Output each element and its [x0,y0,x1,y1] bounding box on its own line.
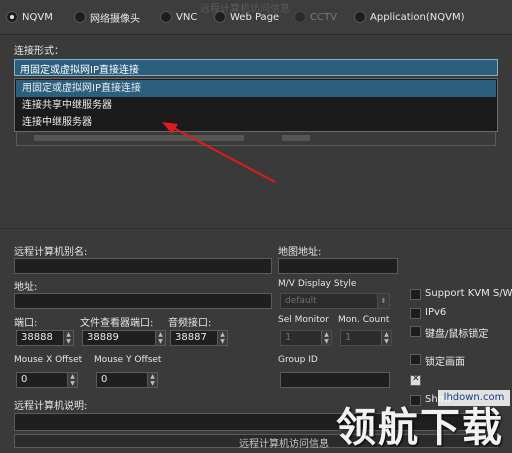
lock-screen-checkbox[interactable] [410,354,421,365]
ipv6-checkbox[interactable] [410,308,421,319]
mon-count-value: 1 [345,332,352,343]
mouse-x-offset-value: 0 [21,374,28,385]
ipv6-label: IPv6 [425,307,447,318]
address-input[interactable] [14,293,272,309]
audio-port-value: 38887 [175,332,207,343]
mon-count-spinner: 1 ▲ ▼ [340,330,392,346]
mv-display-style-label: M/V Display Style [278,279,357,289]
alias-input[interactable] [14,258,272,274]
section-divider [0,228,512,229]
description-label: 远程计算机说明: [14,401,88,412]
keyboard-mouse-lock-label: 键盘/鼠标锁定 [425,329,489,340]
chevron-down-icon: ⬍ [377,294,389,308]
audio-port-spinner[interactable]: 38887 ▲ ▼ [170,330,228,346]
mouse-y-offset-label: Mouse Y Offset [94,355,162,365]
alias-label: 远程计算机别名: [14,247,88,258]
file-viewer-port-label: 文件查看器端口: [80,318,154,329]
mouse-y-offset-value: 0 [101,374,108,385]
lock-screen-label: 锁定画面 [425,357,465,368]
spinner-arrows-icon[interactable]: ▲ ▼ [155,331,165,345]
file-viewer-port-value: 38889 [87,332,119,343]
audio-port-label: 音频接口: [168,318,212,329]
checked-option-checkbox[interactable] [410,374,421,386]
spinner-arrows-icon[interactable]: ▲ ▼ [147,373,157,387]
support-kvm-checkbox[interactable] [410,289,421,300]
spinner-arrows-icon[interactable]: ▲ ▼ [63,331,73,345]
file-viewer-port-spinner[interactable]: 38889 ▲ ▼ [82,330,166,346]
sel-monitor-label: Sel Monitor [278,315,329,325]
mv-display-style-value: default [285,296,317,306]
spinner-arrows-icon[interactable]: ▲ ▼ [217,331,227,345]
port-spinner[interactable]: 38888 ▲ ▼ [16,330,74,346]
mon-count-label: Mon. Count [338,315,390,325]
watermark-text: 领航下载 [336,405,504,451]
remote-access-info-label: 远程计算机访问信息 [239,439,329,450]
keyboard-mouse-lock-checkbox[interactable] [410,326,421,337]
spinner-arrows-icon[interactable]: ▲ ▼ [67,373,77,387]
address-label: 地址: [14,282,38,293]
group-id-label: Group ID [278,355,318,365]
mouse-x-offset-spinner[interactable]: 0 ▲ ▼ [16,372,78,388]
support-kvm-label: Support KVM S/W [425,288,512,299]
sel-monitor-spinner: 1 ▲ ▼ [280,330,332,346]
mouse-y-offset-spinner[interactable]: 0 ▲ ▼ [96,372,158,388]
spinner-arrows-icon: ▲ ▼ [321,331,331,345]
sel-monitor-value: 1 [285,332,292,343]
port-label: 端口: [14,318,38,329]
group-id-input[interactable] [280,372,390,388]
port-value: 38888 [21,332,53,343]
map-address-label: 地图地址: [278,247,322,258]
spinner-arrows-icon: ▲ ▼ [381,331,391,345]
mv-display-style-select: default ⬍ [280,293,390,309]
mouse-x-offset-label: Mouse X Offset [14,355,83,365]
map-address-input[interactable] [278,258,398,274]
